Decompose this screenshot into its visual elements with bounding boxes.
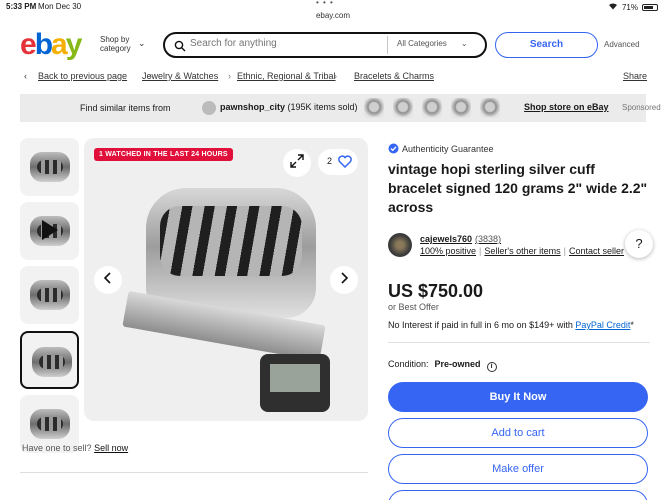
shop-by-category-label: Shop by category xyxy=(100,35,131,53)
item-title: vintage hopi sterling silver cuff bracel… xyxy=(388,161,648,215)
banner-find-similar: Find similar items from xyxy=(80,103,171,113)
item-price: US $750.00 xyxy=(388,281,484,301)
play-icon xyxy=(42,220,58,240)
info-icon[interactable]: i xyxy=(486,362,497,372)
watch-button[interactable]: 2 xyxy=(318,149,358,175)
banner-seller[interactable]: pawnshop_city (195K items sold) xyxy=(220,102,358,112)
breadcrumb-item-bracelets[interactable]: Bracelets & Charms xyxy=(354,71,434,81)
breadcrumb-separator: › xyxy=(334,71,337,81)
buy-it-now-button[interactable]: Buy It Now xyxy=(388,382,648,412)
search-bar: All Categories ⌄ xyxy=(163,32,487,58)
ebay-logo[interactable]: ebay xyxy=(20,30,82,60)
wifi-icon xyxy=(608,2,618,12)
battery-icon xyxy=(642,3,658,11)
financing-text: No Interest if paid in full in 6 mo on $… xyxy=(388,320,634,330)
watchlist-button[interactable] xyxy=(388,490,648,500)
verified-check-icon xyxy=(388,143,399,156)
chevron-left-icon: ‹ xyxy=(24,71,27,81)
banner-thumbnail[interactable] xyxy=(393,98,413,118)
seller-other-items-link[interactable]: Seller's other items xyxy=(484,246,560,256)
search-button[interactable]: Search xyxy=(495,32,598,58)
contact-seller-link[interactable]: Contact seller xyxy=(569,246,624,256)
advanced-search-link[interactable]: Advanced xyxy=(604,40,640,49)
breadcrumb-item-ethnic[interactable]: Ethnic, Regional & Tribal xyxy=(237,71,336,81)
divider xyxy=(388,342,650,343)
category-select-label: All Categories xyxy=(397,39,447,48)
expand-icon xyxy=(290,153,304,173)
shop-store-link[interactable]: Shop store on eBay xyxy=(524,102,609,112)
banner-thumbnails xyxy=(364,98,500,118)
share-link[interactable]: Share xyxy=(623,71,647,81)
gallery-thumbnail[interactable] xyxy=(20,266,79,324)
gallery-thumbnail[interactable] xyxy=(20,138,79,196)
authenticity-label: Authenticity Guarantee xyxy=(402,144,494,154)
sponsored-banner: Find similar items from pawnshop_city (1… xyxy=(20,94,661,122)
status-bar: 5:33 PM Mon Dec 30 • • • ebay.com 71% xyxy=(0,0,666,20)
sell-now-link[interactable]: Sell now xyxy=(94,443,128,453)
sponsored-label: Sponsored xyxy=(622,103,661,112)
seller-avatar xyxy=(202,101,216,115)
best-offer-label: or Best Offer xyxy=(388,302,439,312)
paypal-credit-link[interactable]: PayPal Credit xyxy=(575,320,630,330)
chevron-left-icon xyxy=(103,271,113,289)
positive-feedback-link[interactable]: 100% positive xyxy=(420,246,476,256)
chevron-down-icon: ⌄ xyxy=(138,38,146,48)
category-select[interactable]: All Categories ⌄ xyxy=(397,39,468,48)
banner-thumbnail[interactable] xyxy=(451,98,471,118)
back-link[interactable]: Back to previous page xyxy=(38,71,127,81)
watch-count: 2 xyxy=(327,156,333,166)
divider xyxy=(20,472,368,473)
make-offer-button[interactable]: Make offer xyxy=(388,454,648,484)
help-button[interactable]: ? xyxy=(625,230,653,258)
watched-badge: 1 WATCHED IN THE LAST 24 HOURS xyxy=(94,148,233,161)
heart-icon xyxy=(338,155,352,170)
search-icon xyxy=(174,39,186,52)
main-image[interactable]: 1 WATCHED IN THE LAST 24 HOURS 2 xyxy=(84,138,368,421)
status-time: 5:33 PM xyxy=(6,2,37,11)
breadcrumb-separator: › xyxy=(228,71,231,81)
multitask-dots-icon[interactable]: • • • xyxy=(316,0,334,7)
banner-thumbnail[interactable] xyxy=(422,98,442,118)
sell-prompt: Have one to sell? Sell now xyxy=(22,443,129,453)
condition-label: Condition: xyxy=(388,359,429,369)
status-right: 71% xyxy=(608,2,658,12)
add-to-cart-button[interactable]: Add to cart xyxy=(388,418,648,448)
site-header: ebay Shop by category ⌄ All Categories⌄ … xyxy=(0,30,666,60)
condition-row: Condition: Pre-owned i xyxy=(388,359,497,372)
banner-thumbnail[interactable] xyxy=(480,98,500,118)
seller-feedback: (3838) xyxy=(475,234,502,244)
seller-links: 100% positive | Seller's other items | Conta… xyxy=(420,246,625,256)
chevron-right-icon xyxy=(339,271,349,289)
url-label[interactable]: ebay.com xyxy=(0,11,666,20)
seller-avatar[interactable] xyxy=(388,233,412,257)
battery-percent: 71% xyxy=(621,2,638,12)
shop-by-category-button[interactable]: Shop by category ⌄ xyxy=(100,35,146,53)
caliper-display xyxy=(260,354,330,412)
question-icon: ? xyxy=(635,236,643,251)
seller-name-link[interactable]: cajewels760 (3838) xyxy=(420,234,501,244)
banner-thumbnail[interactable] xyxy=(364,98,384,118)
breadcrumb-item-jewelry[interactable]: Jewelry & Watches xyxy=(142,71,218,81)
search-divider xyxy=(387,36,388,54)
condition-value: Pre-owned xyxy=(434,359,481,369)
status-date: Mon Dec 30 xyxy=(38,2,82,11)
seller-info: cajewels760 (3838) 100% positive | Seller's… xyxy=(388,232,650,260)
next-image-button[interactable] xyxy=(330,266,358,294)
chevron-down-icon: ⌄ xyxy=(460,39,468,48)
gallery-thumbnail-selected[interactable] xyxy=(20,331,79,389)
expand-button[interactable] xyxy=(283,149,311,177)
gallery-thumbnail-video[interactable] xyxy=(20,202,79,260)
previous-image-button[interactable] xyxy=(94,266,122,294)
search-input[interactable] xyxy=(190,38,380,49)
